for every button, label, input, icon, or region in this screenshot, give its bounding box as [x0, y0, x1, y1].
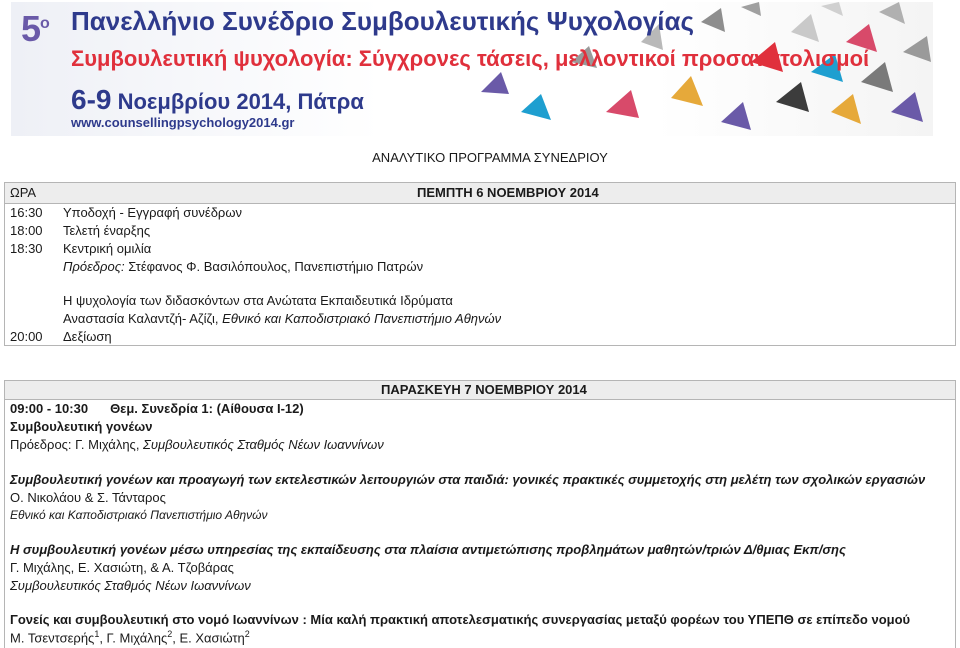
session-header: 09:00 - 10:30 Θεμ. Συνεδρία 1: (Αίθουσα Ι… [10, 401, 304, 416]
day1-header: ΩΡΑ ΠΕΜΠΤΗ 6 ΝΟΕΜΒΡΙΟΥ 2014 [5, 183, 955, 204]
talk-title: Γονείς και συμβουλευτική στο νομό Ιωαννί… [10, 612, 911, 627]
talk-affiliation: Συμβουλευτικός Σταθμός Νέων Ιωαννίνων [10, 578, 251, 593]
row-text: Δεξίωση [63, 329, 112, 344]
row-time: 20:00 [10, 329, 43, 344]
talk-title: Συμβουλευτική γονέων και προαγωγή των εκ… [10, 472, 926, 487]
conference-subtitle: Συμβουλευτική ψυχολογία: Σύγχρονες τάσει… [71, 46, 870, 71]
conference-banner: 5ο Πανελλήνιο Συνέδριο Συμβουλευτικής Ψυ… [11, 2, 933, 136]
row-time: 18:30 [10, 241, 43, 256]
row-text: Κεντρική ομιλία [63, 241, 152, 256]
talk-authors: Μ. Τσεντσερής1, Γ. Μιχάλης2, Ε. Χασιώτη2 [10, 629, 250, 646]
session-title: Συμβουλευτική γονέων [10, 419, 153, 434]
row-text: Τελετή έναρξης [63, 223, 151, 238]
talk-affiliation: Εθνικό και Καποδιστριακό Πανεπιστήμιο Αθ… [10, 508, 268, 522]
keynote-title: Η ψυχολογία των διδασκόντων στα Ανώτατα … [63, 293, 453, 308]
row-text: Υποδοχή - Εγγραφή συνέδρων [63, 205, 242, 220]
conference-title: Πανελλήνιο Συνέδριο Συμβουλευτικής Ψυχολ… [71, 6, 694, 36]
talk-authors: Γ. Μιχάλης, Ε. Χασιώτη, & Α. Τζοβάρας [10, 560, 234, 575]
keynote-speaker: Αναστασία Καλαντζή- Αζίζι, Εθνικό και Κα… [63, 311, 502, 326]
day2-schedule: ΠΑΡΑΣΚΕΥΗ 7 ΝΟΕΜΒΡΙΟΥ 2014 09:00 - 10:30… [4, 380, 956, 648]
keynote-chair: Πρόεδρος: Στέφανος Φ. Βασιλόπουλος, Πανε… [63, 259, 424, 274]
day2-title: ΠΑΡΑΣΚΕΥΗ 7 ΝΟΕΜΒΡΙΟΥ 2014 [381, 382, 587, 397]
row-time: 16:30 [10, 205, 43, 220]
day1-schedule: ΩΡΑ ΠΕΜΠΤΗ 6 ΝΟΕΜΒΡΙΟΥ 2014 16:30 Υποδοχ… [4, 182, 956, 346]
time-column-label: ΩΡΑ [10, 185, 37, 200]
row-time: 18:00 [10, 223, 43, 238]
day2-header: ΠΑΡΑΣΚΕΥΗ 7 ΝΟΕΜΒΡΙΟΥ 2014 [5, 381, 955, 400]
session-chair: Πρόεδρος: Γ. Μιχάλης, Συμβουλευτικός Στα… [10, 437, 384, 452]
program-heading: ΑΝΑΛΥΤΙΚΟ ΠΡΟΓΡΑΜΜΑ ΣΥΝΕΔΡΙΟΥ [372, 150, 608, 165]
conference-url[interactable]: www.counsellingpsychology2014.gr [71, 115, 294, 130]
edition-number: 5ο [21, 8, 50, 49]
talk-title: Η συμβουλευτική γονέων μέσω υπηρεσίας τη… [10, 542, 846, 557]
talk-authors: Ο. Νικολάου & Σ. Τάνταρος [10, 490, 166, 505]
day1-title: ΠΕΜΠΤΗ 6 ΝΟΕΜΒΡΙΟΥ 2014 [417, 185, 599, 200]
conference-dates: 6-9 Νοεμβρίου 2014, Πάτρα [71, 84, 364, 115]
